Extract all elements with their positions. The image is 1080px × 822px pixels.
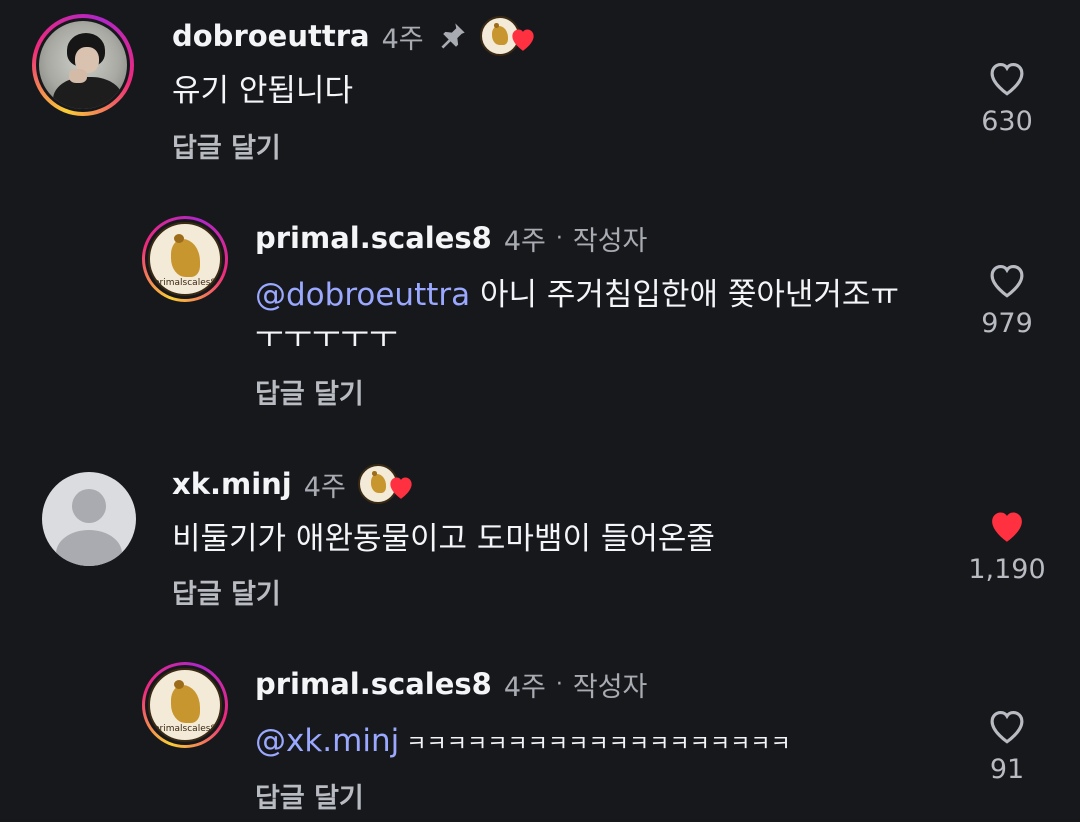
comment-item: xk.minj 4주 비둘기가 애완동물이고 도마뱀이 들어온줄 답글 달기 1… — [0, 0, 1080, 610]
avatar[interactable]: primalscales8 — [142, 662, 228, 748]
author-badge: 작성자 — [572, 671, 648, 703]
timestamp: 4주 — [503, 225, 546, 257]
reply-button[interactable]: 답글 달기 — [172, 126, 281, 165]
mention-link[interactable]: @xk.minj — [255, 723, 399, 759]
separator: · — [555, 671, 563, 697]
heart-outline-icon — [990, 264, 1024, 298]
timestamp: 4주 — [303, 471, 346, 503]
reply-button[interactable]: 답글 달기 — [255, 372, 364, 411]
like-count: 1,190 — [968, 554, 1046, 585]
username[interactable]: primal.scales8 — [255, 667, 492, 701]
timestamp: 4주 — [503, 671, 546, 703]
mention-link[interactable]: @dobroeuttra — [255, 277, 470, 313]
heart-filled-icon — [992, 512, 1022, 542]
like-count: 979 — [981, 308, 1033, 339]
comment-text: @xk.minj ㅋㅋㅋㅋㅋㅋㅋㅋㅋㅋㅋㅋㅋㅋㅋㅋㅋㅋㅋ — [255, 723, 791, 759]
like-button[interactable]: 1,190 — [962, 506, 1052, 585]
comment-text: @dobroeuttra 아니 주거침입한애 쫓아낸거조ㅠ ㅜㅜㅜㅜㅜ — [255, 277, 899, 356]
like-count: 91 — [989, 754, 1025, 785]
like-count: 630 — [981, 106, 1033, 137]
default-avatar[interactable] — [42, 472, 136, 566]
username[interactable]: xk.minj — [172, 467, 292, 501]
reply-button[interactable]: 답글 달기 — [172, 572, 281, 611]
avatar[interactable]: primalscales8 — [142, 216, 228, 302]
creator-liked-badge — [357, 464, 412, 504]
like-button[interactable]: 91 — [962, 706, 1052, 785]
separator: · — [555, 225, 563, 251]
username[interactable]: primal.scales8 — [255, 221, 492, 255]
like-button[interactable]: 979 — [962, 260, 1052, 339]
brand-logo: primalscales8 — [148, 668, 222, 742]
comment-text: 비둘기가 애완동물이고 도마뱀이 들어온줄 — [172, 521, 715, 557]
author-badge: 작성자 — [572, 225, 648, 257]
heart-outline-icon — [990, 710, 1024, 744]
reply-button[interactable]: 답글 달기 — [255, 776, 364, 815]
heart-icon — [390, 477, 412, 499]
brand-logo: primalscales8 — [148, 222, 222, 296]
